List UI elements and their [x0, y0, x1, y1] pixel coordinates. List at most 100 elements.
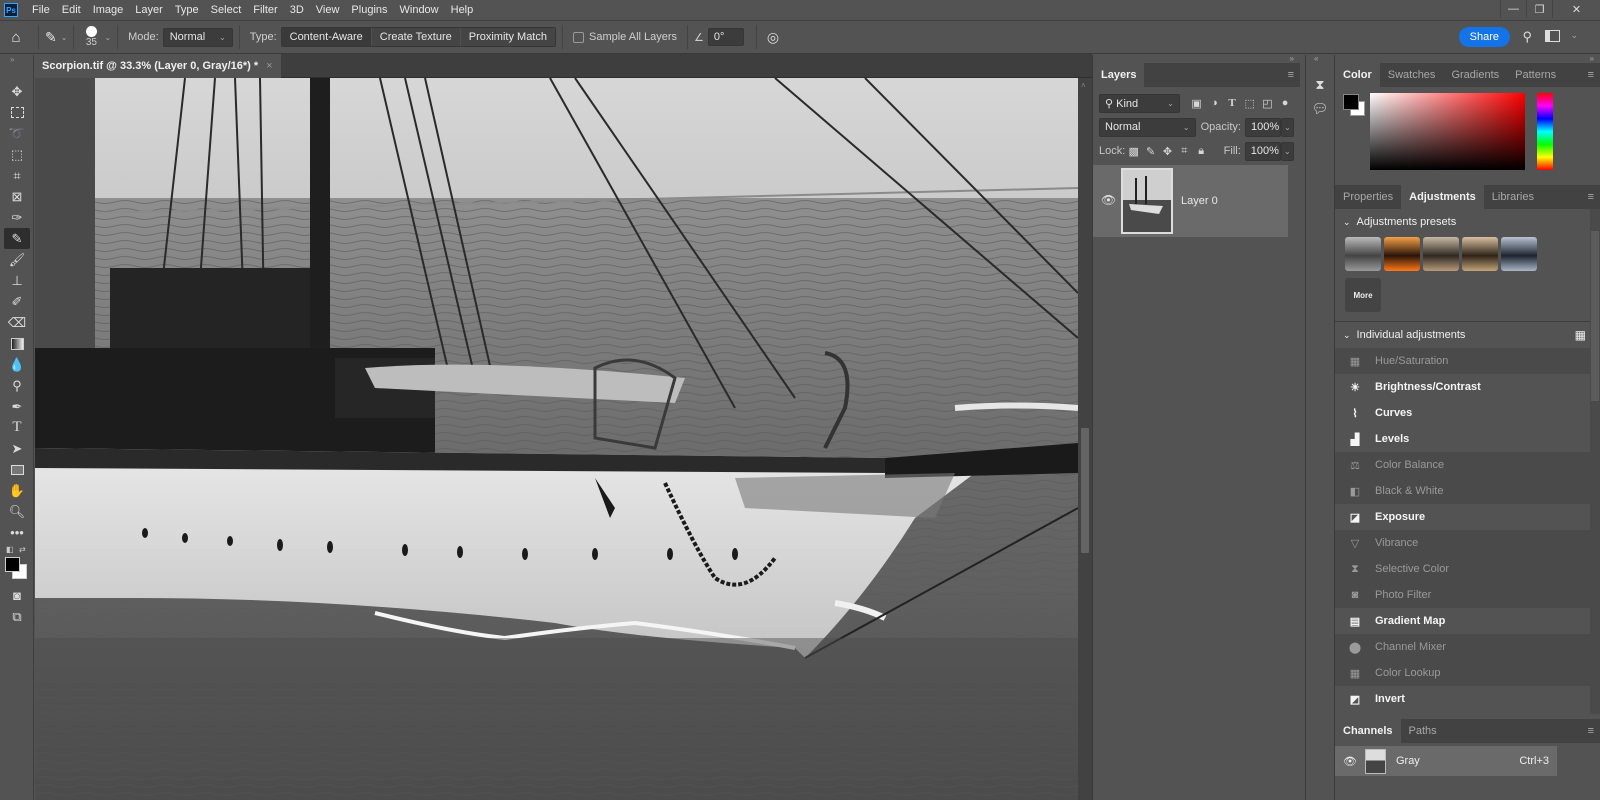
type-content-aware-button[interactable]: Content-Aware — [281, 28, 372, 46]
eyedropper-tool-icon[interactable]: ✑ — [4, 207, 30, 228]
search-icon[interactable]: ⚲ — [1522, 29, 1532, 45]
blur-tool-icon[interactable]: 💧 — [4, 354, 30, 375]
type-create-texture-button[interactable]: Create Texture — [371, 28, 461, 46]
adjustment-item[interactable]: ▽ Vibrance — [1335, 530, 1590, 556]
scrollbar-thumb[interactable] — [1081, 428, 1089, 553]
menu-image[interactable]: Image — [87, 0, 130, 20]
preset-cool[interactable] — [1501, 237, 1537, 271]
layer-filter-select[interactable]: ⚲ Kind ⌄ — [1099, 93, 1180, 113]
adjustments-scrollbar[interactable] — [1590, 209, 1600, 714]
color-field[interactable] — [1370, 93, 1525, 170]
adjustment-item[interactable]: ⚖ Color Balance — [1335, 452, 1590, 478]
menu-help[interactable]: Help — [445, 0, 480, 20]
tab-gradients[interactable]: Gradients — [1443, 63, 1507, 87]
brush-tool-icon[interactable]: 🖌 — [4, 249, 30, 270]
spot-healing-brush-tool-icon[interactable]: ✎ — [4, 228, 30, 249]
tab-layers[interactable]: Layers — [1093, 63, 1145, 87]
opacity-dropdown[interactable]: ⌄ — [1280, 117, 1294, 137]
panel-menu-icon[interactable]: ≡ — [1588, 191, 1594, 203]
marquee-tool-icon[interactable] — [4, 102, 30, 123]
preset-bw[interactable] — [1345, 237, 1381, 271]
clone-stamp-tool-icon[interactable]: ⊥ — [4, 270, 30, 291]
tool-preset-picker[interactable]: ✎ ⌄ — [45, 29, 67, 46]
document-canvas[interactable] — [35, 78, 1078, 800]
expand-icon[interactable]: « — [1306, 55, 1334, 63]
quick-mask-icon[interactable]: ◙ — [4, 585, 30, 606]
lock-pixels-icon[interactable]: ✎ — [1142, 145, 1159, 158]
sample-all-layers-checkbox[interactable] — [573, 31, 584, 43]
menu-file[interactable]: File — [26, 0, 56, 20]
crop-tool-icon[interactable]: ⌗ — [4, 165, 30, 186]
foreground-color-swatch[interactable] — [5, 557, 20, 572]
menu-3d[interactable]: 3D — [284, 0, 310, 20]
mode-select[interactable]: Normal ⌄ — [162, 27, 233, 47]
visibility-eye-icon[interactable]: 👁︎ — [1343, 755, 1357, 768]
hand-tool-icon[interactable]: ✋ — [4, 480, 30, 501]
lasso-tool-icon[interactable]: ➰ — [4, 123, 30, 144]
filter-shape-icon[interactable]: ⬚ — [1241, 97, 1259, 110]
object-select-tool-icon[interactable]: ⬚ — [4, 144, 30, 165]
fill-input[interactable]: 100% — [1244, 141, 1281, 161]
adjustment-item[interactable]: ▦ Hue/Saturation — [1335, 348, 1590, 374]
workspace-icon[interactable] — [1545, 30, 1560, 42]
adjustment-item[interactable]: ⧗ Selective Color — [1335, 556, 1590, 582]
path-select-tool-icon[interactable]: ➤ — [4, 438, 30, 459]
share-button[interactable]: Share — [1458, 27, 1510, 47]
preset-sunset[interactable] — [1384, 237, 1420, 271]
panel-menu-icon[interactable]: ≡ — [1288, 69, 1294, 81]
tab-properties[interactable]: Properties — [1335, 185, 1401, 209]
swap-colors-icon[interactable]: ⇄ — [19, 545, 26, 554]
default-colors-icon[interactable]: ◧ — [6, 545, 14, 554]
menu-select[interactable]: Select — [205, 0, 248, 20]
lock-all-icon[interactable]: 🔒︎ — [1193, 145, 1210, 158]
more-tools-icon[interactable]: ••• — [4, 522, 30, 543]
menu-type[interactable]: Type — [169, 0, 205, 20]
close-tab-icon[interactable]: × — [266, 60, 272, 72]
collapse-icon[interactable]: » — [1093, 55, 1300, 63]
menu-plugins[interactable]: Plugins — [345, 0, 393, 20]
adjustment-item[interactable]: ☀ Brightness/Contrast — [1335, 374, 1590, 400]
visibility-eye-icon[interactable]: 👁︎ — [1101, 193, 1116, 207]
document-tab[interactable]: Scorpion.tif @ 33.3% (Layer 0, Gray/16*)… — [34, 54, 281, 78]
foreground-color-chip[interactable] — [1343, 94, 1359, 110]
type-tool-icon[interactable]: T — [4, 417, 30, 438]
collapse-icon[interactable]: » — [1335, 55, 1600, 63]
scroll-up-icon[interactable]: ˄ — [1081, 81, 1086, 90]
rectangle-tool-icon[interactable] — [4, 459, 30, 480]
chevron-down-icon[interactable]: ⌄ — [1570, 30, 1578, 41]
layer-row[interactable]: 👁︎ Layer 0 — [1093, 165, 1288, 237]
history-panel-icon[interactable]: ⧗ — [1306, 77, 1334, 93]
fill-dropdown[interactable]: ⌄ — [1280, 141, 1295, 161]
tab-swatches[interactable]: Swatches — [1380, 63, 1444, 87]
individual-section-header[interactable]: ⌄ Individual adjustments ▦ — [1335, 322, 1600, 348]
adjustment-item[interactable]: ◧ Black & White — [1335, 478, 1590, 504]
hue-slider[interactable] — [1537, 93, 1553, 170]
lock-position-icon[interactable]: ✥ — [1159, 145, 1176, 158]
eraser-tool-icon[interactable]: ⌫ — [4, 312, 30, 333]
zoom-tool-icon[interactable]: 🔍︎ — [4, 501, 30, 522]
minimize-button[interactable]: — — [1500, 0, 1526, 18]
opacity-input[interactable]: 100% — [1244, 117, 1281, 137]
angle-input[interactable]: 0° — [707, 28, 744, 46]
brush-size-picker[interactable]: 35 ⌄ — [80, 26, 111, 48]
adjustment-item[interactable]: ▟ Levels — [1335, 426, 1590, 452]
filter-toggle-icon[interactable]: ● — [1276, 97, 1294, 109]
presets-more-button[interactable]: More — [1345, 278, 1381, 312]
adjustment-item[interactable]: ◙ Photo Filter — [1335, 582, 1590, 608]
panel-menu-icon[interactable]: ≡ — [1588, 725, 1594, 737]
canvas-vertical-scrollbar[interactable]: ˄ — [1078, 78, 1092, 800]
filter-type-icon[interactable]: T — [1223, 97, 1241, 109]
tab-paths[interactable]: Paths — [1401, 719, 1445, 743]
home-icon[interactable]: ⌂ — [0, 29, 32, 46]
collapse-icon[interactable]: » — [0, 55, 33, 65]
comments-panel-icon[interactable]: 💬︎ — [1306, 101, 1334, 117]
menu-edit[interactable]: Edit — [56, 0, 87, 20]
pressure-icon[interactable]: ◎ — [767, 29, 779, 46]
history-brush-tool-icon[interactable]: ✐ — [4, 291, 30, 312]
blend-mode-select[interactable]: Normal ⌄ — [1099, 117, 1196, 137]
close-window-button[interactable]: ✕ — [1552, 0, 1600, 18]
filter-smart-object-icon[interactable]: ◰ — [1259, 97, 1277, 110]
layer-name[interactable]: Layer 0 — [1181, 195, 1218, 207]
tab-channels[interactable]: Channels — [1335, 719, 1401, 743]
lock-transparency-icon[interactable]: ▩ — [1125, 145, 1142, 158]
